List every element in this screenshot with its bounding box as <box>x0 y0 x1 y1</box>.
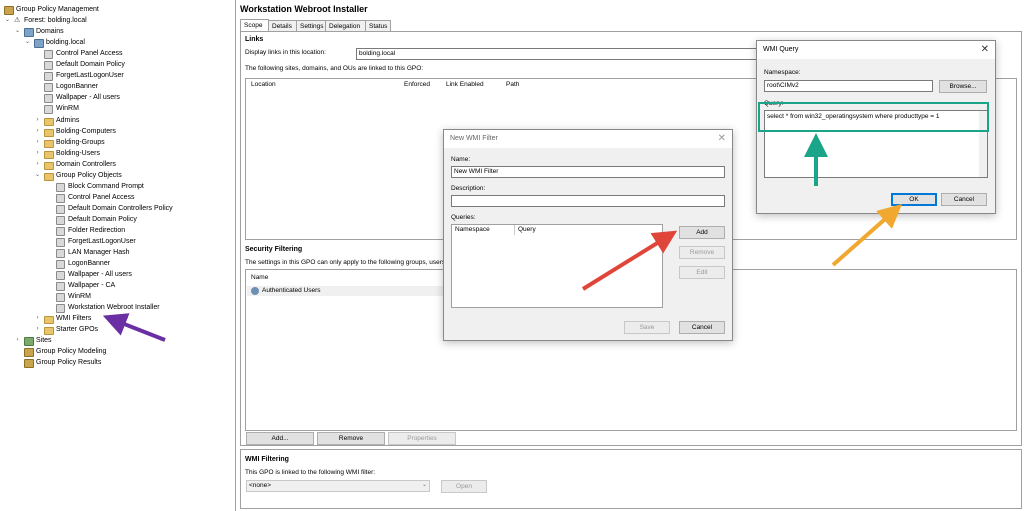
purple-arrow <box>102 313 166 342</box>
query-highlight-box <box>758 102 989 132</box>
annotation-layer <box>102 102 989 342</box>
orange-arrow <box>831 204 902 267</box>
red-arrow <box>581 230 678 291</box>
